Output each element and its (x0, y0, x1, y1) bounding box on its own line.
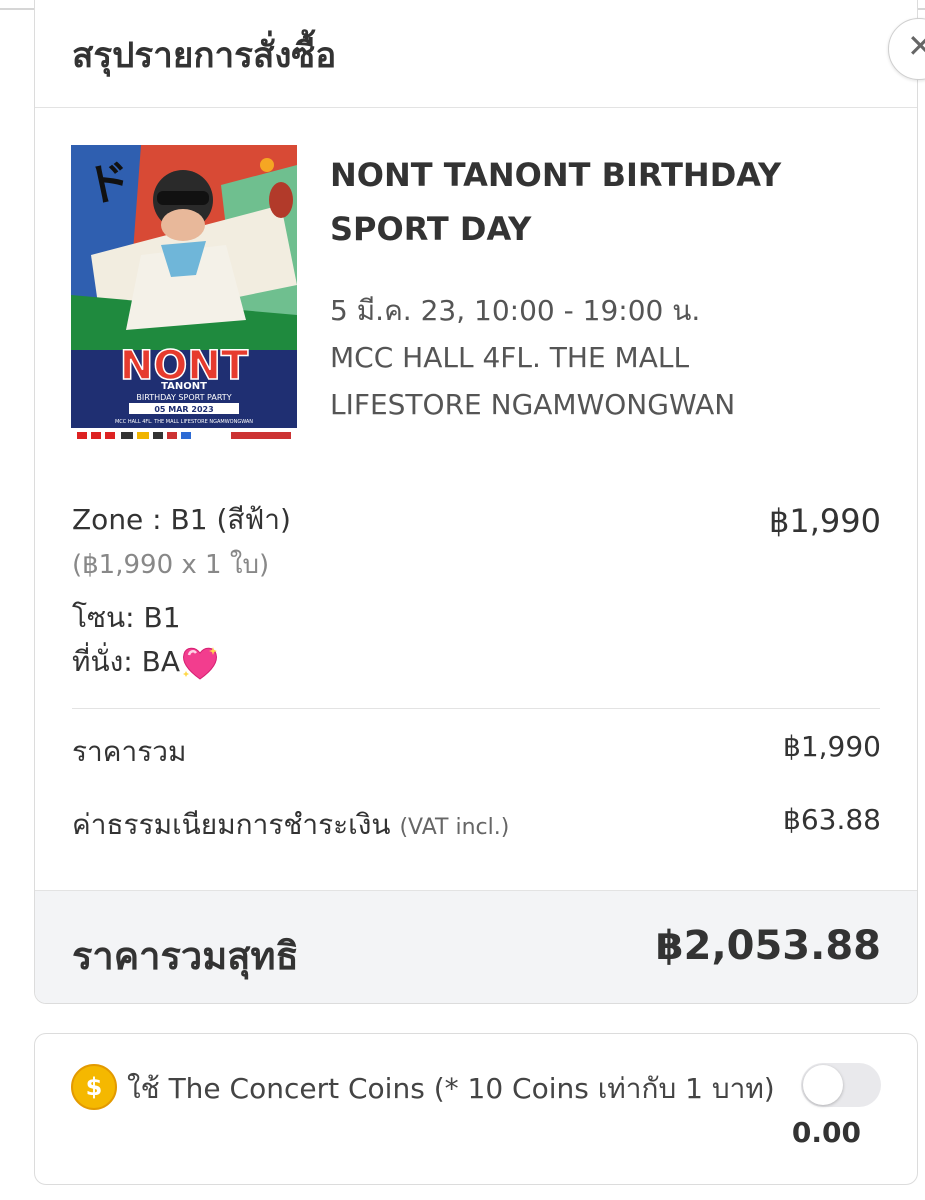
event-title-line-2: SPORT DAY (330, 210, 532, 248)
ticket-seat-line: ที่นั่ง: BA (72, 640, 220, 684)
ticket-divider (72, 708, 880, 709)
sparkling-heart-icon (180, 644, 220, 682)
poster-date: 05 MAR 2023 (154, 405, 213, 414)
grand-total-value: ฿2,053.88 (655, 923, 881, 969)
coin-icon: $ (71, 1064, 117, 1110)
event-poster: ド NONT TANONT BIRTHDAY SPORT PARTY 05 MA… (71, 145, 297, 443)
ticket-zone-line: โซน: B1 (72, 601, 181, 634)
poster-venue: MCC HALL 4FL. THE MALL LIFESTORE NGAMWON… (115, 419, 253, 425)
event-venue-line-2: LIFESTORE NGAMWONGWAN (330, 388, 736, 421)
poster-tagline: BIRTHDAY SPORT PARTY (136, 393, 231, 402)
fee-label: ค่าธรรมเนียมการชำระเงิน (VAT incl.) (72, 803, 509, 847)
fee-label-text: ค่าธรรมเนียมการชำระเงิน (72, 808, 391, 841)
event-title: NONT TANONT BIRTHDAY SPORT DAY (330, 148, 850, 256)
coins-amount: 0.00 (791, 1116, 861, 1149)
fee-vat-note: (VAT incl.) (399, 815, 510, 840)
coins-card: $ ใช้ The Concert Coins (* 10 Coins เท่า… (34, 1033, 918, 1185)
grand-total-label: ราคารวมสุทธิ (72, 934, 299, 978)
subtotal-value: ฿1,990 (783, 730, 881, 763)
event-info: 5 มี.ค. 23, 10:00 - 19:00 น. MCC HALL 4F… (330, 287, 850, 428)
coins-label: ใช้ The Concert Coins (* 10 Coins เท่ากั… (127, 1072, 775, 1105)
page-title: สรุปรายการสั่งซื้อ (72, 36, 337, 76)
subtotal-label: ราคารวม (72, 735, 187, 768)
grand-total-bar: ราคารวมสุทธิ ฿2,053.88 (35, 890, 917, 1003)
close-icon: ✕ (907, 27, 925, 65)
event-venue-line-1: MCC HALL 4FL. THE MALL (330, 341, 690, 374)
ticket-zone-label: Zone : B1 (สีฟ้า) (72, 503, 291, 536)
event-datetime: 5 มี.ค. 23, 10:00 - 19:00 น. (330, 294, 701, 327)
toggle-knob (803, 1065, 843, 1105)
ticket-price: ฿1,990 (769, 502, 881, 540)
coins-toggle[interactable] (801, 1063, 881, 1107)
poster-sub-text: TANONT (161, 381, 207, 392)
coin-symbol: $ (85, 1073, 103, 1101)
event-title-line-1: NONT TANONT BIRTHDAY (330, 156, 782, 194)
ticket-unit-detail: (฿1,990 x 1 ใบ) (72, 550, 270, 580)
poster-artwork: ド NONT TANONT BIRTHDAY SPORT PARTY 05 MA… (71, 145, 297, 443)
ticket-seat-text: ที่นั่ง: BA (72, 645, 180, 678)
header-divider (35, 107, 917, 108)
fee-value: ฿63.88 (783, 803, 881, 836)
order-summary-card: สรุปรายการสั่งซื้อ ド NONT TANONT BIRTHDA… (34, 0, 918, 1004)
